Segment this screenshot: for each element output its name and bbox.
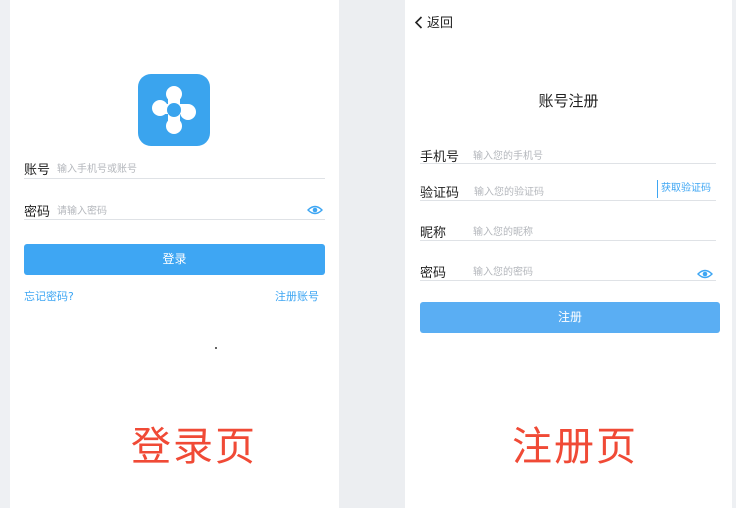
register-page: 返回 账号注册 手机号 输入您的手机号 验证码 输入您的验证码 获取验证码 昵称… xyxy=(405,0,732,508)
login-page: 账号 输入手机号或账号 密码 请输入密码 登录 忘记密码? 注册账号 登录页 xyxy=(10,0,339,508)
code-underline xyxy=(420,200,716,201)
back-label: 返回 xyxy=(427,16,454,31)
background-strip xyxy=(339,0,405,508)
account-input[interactable]: 输入手机号或账号 xyxy=(57,160,137,175)
code-label: 验证码 xyxy=(420,186,460,201)
phone-input[interactable]: 输入您的手机号 xyxy=(473,147,543,162)
eye-icon[interactable] xyxy=(307,201,323,220)
login-page-caption: 登录页 xyxy=(131,424,257,470)
forgot-password-link[interactable]: 忘记密码? xyxy=(24,288,74,304)
account-underline xyxy=(24,178,325,179)
eye-icon[interactable] xyxy=(697,265,713,284)
password-label: 密码 xyxy=(24,205,51,220)
code-input[interactable]: 输入您的验证码 xyxy=(474,183,544,198)
password-underline xyxy=(24,219,325,220)
nickname-input[interactable]: 输入您的昵称 xyxy=(473,223,533,238)
register-account-link[interactable]: 注册账号 xyxy=(275,288,319,304)
register-password-underline xyxy=(420,280,716,281)
back-button[interactable]: 返回 xyxy=(414,12,453,31)
register-password-label: 密码 xyxy=(420,266,447,281)
get-code-button[interactable]: 获取验证码 xyxy=(657,180,711,198)
chevron-left-icon xyxy=(414,16,423,29)
nickname-label: 昵称 xyxy=(420,226,447,241)
register-button[interactable]: 注册 xyxy=(420,302,720,333)
register-password-input[interactable]: 输入您的密码 xyxy=(473,263,533,278)
password-input[interactable]: 请输入密码 xyxy=(57,202,107,217)
nickname-underline xyxy=(420,240,716,241)
login-button[interactable]: 登录 xyxy=(24,244,325,275)
app-logo-icon xyxy=(138,74,210,146)
phone-underline xyxy=(420,163,716,164)
account-label: 账号 xyxy=(24,163,51,178)
stray-dot xyxy=(215,347,217,349)
register-page-caption: 注册页 xyxy=(512,424,638,470)
page-title: 账号注册 xyxy=(538,92,599,110)
